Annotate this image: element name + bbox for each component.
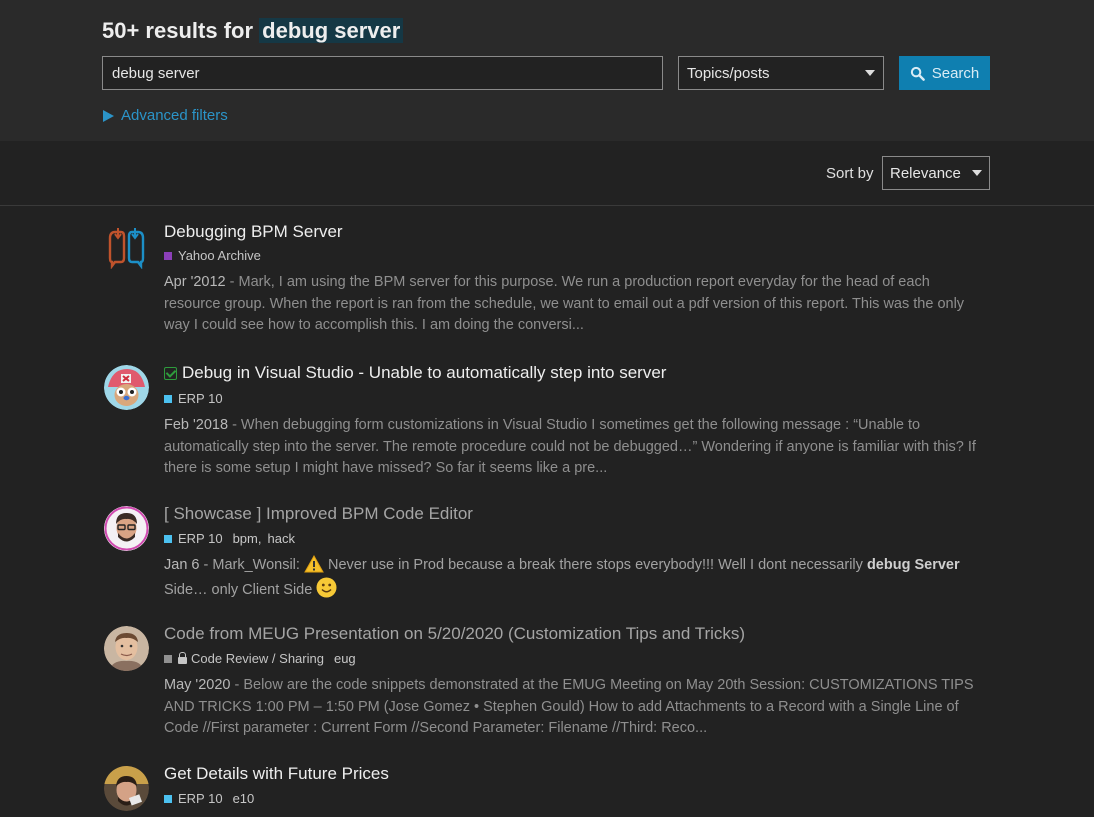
sort-selected: Relevance	[890, 164, 961, 182]
result-category[interactable]: ERP 10	[178, 531, 223, 546]
result-excerpt: - Mark_Wonsil:	[199, 557, 304, 573]
results-count-text: 50+ results for	[102, 18, 254, 43]
result-tag[interactable]: hack	[268, 531, 295, 546]
category-color-swatch	[164, 534, 172, 543]
smile-emoji-icon	[316, 577, 337, 597]
result-title: Debug in Visual Studio - Unable to autom…	[182, 363, 667, 382]
sort-dropdown[interactable]: Relevance	[882, 156, 990, 190]
highlight-term: debug	[866, 557, 911, 573]
result-excerpt: - Mark, I am using the BPM server for th…	[164, 274, 965, 333]
result-title: Get Details with Future Prices	[164, 764, 389, 783]
result-blurb: Jan 6 - Mark_Wonsil: Never use in Prod b…	[164, 555, 984, 601]
result-excerpt: Never use in Prod because a break there …	[323, 557, 867, 573]
search-button-label: Search	[931, 64, 980, 82]
warning-icon	[304, 555, 324, 573]
result-title-link[interactable]: Code from MEUG Presentation on 5/20/2020…	[164, 624, 984, 644]
advanced-filters-label: Advanced filters	[121, 107, 228, 124]
result-category[interactable]: Code Review / Sharing	[191, 651, 324, 666]
results-query-term: debug server	[259, 18, 404, 43]
category-color-swatch	[164, 654, 172, 663]
user-avatar[interactable]	[104, 766, 149, 811]
result-category[interactable]: ERP 10	[178, 791, 223, 806]
caret-down-icon	[865, 70, 875, 76]
search-button[interactable]: Search	[899, 56, 990, 90]
category-color-swatch	[164, 394, 172, 403]
advanced-filters-toggle[interactable]: Advanced filters	[103, 107, 228, 124]
lock-icon	[178, 651, 187, 664]
result-date: Apr '2012	[164, 274, 226, 290]
solved-checkbox-icon	[164, 366, 177, 380]
result-date: May '2020	[164, 677, 231, 693]
result-tag[interactable]: eug	[334, 651, 356, 666]
search-type-dropdown[interactable]: Topics/posts	[678, 56, 884, 90]
search-input[interactable]	[102, 56, 663, 90]
highlight-term: Server	[914, 557, 960, 573]
result-title: [ Showcase ] Improved BPM Code Editor	[164, 504, 473, 523]
result-blurb: Apr '2012 - Mark, I am using the BPM ser…	[164, 272, 984, 337]
result-excerpt: Side… only Client Side	[164, 581, 317, 598]
result-title-link[interactable]: Debugging BPM Server	[164, 222, 984, 242]
caret-down-icon	[972, 170, 982, 176]
expand-triangle-icon	[103, 109, 114, 122]
result-category[interactable]: Yahoo Archive	[178, 248, 261, 263]
results-heading: 50+ results for debug server	[102, 18, 404, 44]
user-avatar[interactable]	[104, 626, 149, 671]
result-blurb: Feb '2018 - When debugging form customiz…	[164, 415, 984, 480]
result-category[interactable]: ERP 10	[178, 391, 223, 406]
category-color-swatch	[164, 251, 172, 260]
result-tag[interactable]: bpm	[233, 531, 258, 546]
result-title: Code from MEUG Presentation on 5/20/2020…	[164, 624, 746, 643]
result-date: Feb '2018	[164, 417, 229, 433]
result-title-link[interactable]: Debug in Visual Studio - Unable to autom…	[164, 363, 984, 383]
result-tag[interactable]: e10	[233, 791, 255, 806]
result-title: Debugging BPM Server	[164, 222, 343, 241]
search-header: 50+ results for debug server Topics/post…	[0, 0, 1094, 141]
search-icon	[910, 66, 925, 81]
result-excerpt: - When debugging form customizations in …	[164, 417, 976, 476]
category-logo	[104, 224, 149, 269]
user-avatar[interactable]	[104, 365, 149, 410]
sort-label: Sort by	[826, 165, 874, 182]
category-color-swatch	[164, 794, 172, 803]
result-blurb: May '2020 - Below are the code snippets …	[164, 675, 984, 740]
search-type-selected: Topics/posts	[687, 64, 770, 82]
user-avatar[interactable]	[104, 506, 149, 551]
result-title-link[interactable]: Get Details with Future Prices	[164, 764, 984, 784]
result-date: Jan 6	[164, 557, 200, 573]
result-excerpt: - Below are the code snippets demonstrat…	[164, 677, 974, 736]
sort-bar: Sort by Relevance	[0, 141, 1094, 206]
result-title-link[interactable]: [ Showcase ] Improved BPM Code Editor	[164, 504, 984, 524]
